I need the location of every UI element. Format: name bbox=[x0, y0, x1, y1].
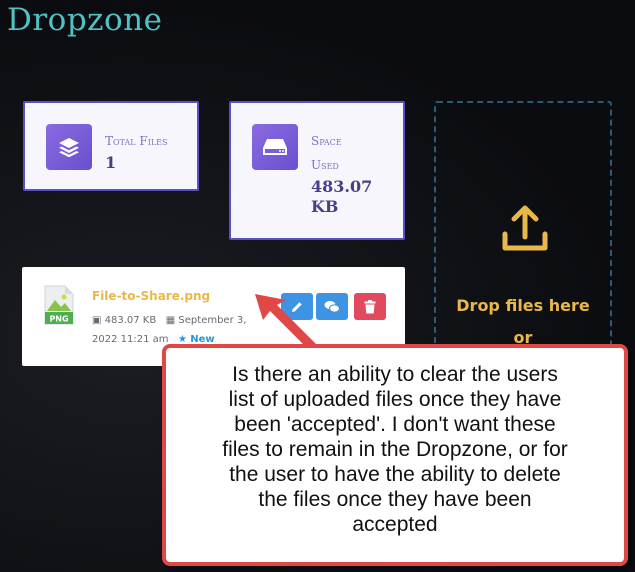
delete-button[interactable] bbox=[354, 293, 386, 320]
total-files-value: 1 bbox=[105, 153, 117, 172]
comments-icon bbox=[324, 300, 340, 313]
drop-files-text: Drop files here bbox=[456, 296, 590, 315]
callout-line: files to remain in the Dropzone, or for bbox=[222, 438, 568, 461]
space-used-value: 483.07 KB bbox=[311, 177, 391, 217]
callout-line: the user to have the ability to delete bbox=[229, 463, 561, 486]
file-name-link[interactable]: File-to-Share.png bbox=[92, 289, 210, 303]
page-title: Dropzone bbox=[7, 2, 163, 38]
comments-button[interactable] bbox=[316, 293, 348, 320]
layers-icon bbox=[46, 124, 92, 170]
space-used-label-line2: Used bbox=[311, 158, 339, 172]
space-used-value-unit: KB bbox=[311, 197, 339, 216]
file-type-label: PNG bbox=[49, 315, 68, 324]
upload-icon bbox=[502, 205, 548, 251]
callout-line: been 'accepted'. I don't want these bbox=[234, 413, 556, 436]
pencil-icon bbox=[292, 301, 302, 312]
callout-line: Is there an ability to clear the users bbox=[232, 363, 558, 386]
callout-line: the files once they have been bbox=[258, 488, 532, 511]
space-used-label: Space Used bbox=[311, 129, 391, 177]
drop-area[interactable]: Drop files here or bbox=[434, 101, 612, 361]
annotation-callout: Is there an ability to clear the users l… bbox=[162, 344, 628, 566]
file-size: 483.07 KB bbox=[104, 315, 157, 326]
total-files-label: Total Files bbox=[105, 134, 168, 148]
space-used-label-line1: Space bbox=[311, 134, 342, 148]
callout-line: list of uploaded files once they have bbox=[228, 388, 562, 411]
edit-button[interactable] bbox=[281, 293, 313, 320]
file-date-part1: September 3, bbox=[178, 315, 247, 326]
space-used-card: Space Used 483.07 KB bbox=[229, 101, 405, 240]
hard-drive-small-icon: ▣ bbox=[92, 315, 102, 326]
trash-icon bbox=[364, 299, 376, 313]
image-file-icon: PNG bbox=[44, 285, 74, 325]
callout-line: accepted bbox=[352, 513, 438, 536]
file-date-part2: 2022 11:21 am bbox=[92, 334, 169, 345]
calendar-icon: ▦ bbox=[165, 315, 176, 326]
hard-drive-icon bbox=[252, 124, 298, 170]
total-files-card: Total Files 1 bbox=[23, 101, 199, 191]
space-used-value-number: 483.07 bbox=[311, 177, 373, 196]
